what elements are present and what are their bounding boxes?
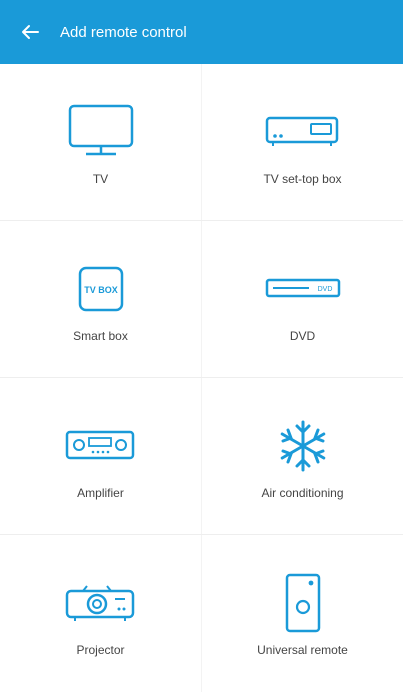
app-bar: Add remote control (0, 0, 403, 64)
smart-box-icon: TV BOX (78, 266, 123, 312)
device-label: Smart box (73, 329, 128, 343)
device-dvd[interactable]: DVD DVD (202, 221, 403, 378)
amplifier-icon (65, 430, 134, 460)
device-label: TV (92, 172, 109, 186)
dvd-icon-text: DVD (317, 286, 332, 293)
device-label: Projector (76, 643, 125, 657)
device-amplifier[interactable]: Amplifier (0, 378, 201, 535)
page-title: Add remote control (60, 23, 187, 41)
device-air-conditioning[interactable]: Air conditioning (202, 378, 403, 535)
device-projector[interactable]: Projector (0, 535, 201, 692)
device-label: DVD (289, 329, 316, 343)
smart-box-icon-text: TV BOX (84, 285, 118, 295)
device-universal-remote[interactable]: Universal remote (202, 535, 403, 692)
device-label: Amplifier (77, 486, 124, 500)
set-top-box-icon (265, 116, 338, 146)
back-button[interactable] (0, 0, 60, 64)
device-tv[interactable]: TV (0, 64, 201, 221)
device-smart-box[interactable]: TV BOX Smart box (0, 221, 201, 378)
device-label: Air conditioning (261, 486, 344, 500)
universal-remote-icon (285, 573, 320, 633)
snowflake-icon (280, 420, 325, 472)
device-grid: TV TV set-top box TV BOX Smart box DVD D… (0, 64, 403, 692)
dvd-icon: DVD (265, 278, 340, 298)
projector-icon (65, 585, 134, 621)
device-label: TV set-top box (263, 172, 342, 186)
device-label: Universal remote (257, 643, 348, 657)
tv-icon (68, 104, 133, 156)
arrow-left-icon (22, 25, 39, 39)
device-set-top-box[interactable]: TV set-top box (202, 64, 403, 221)
